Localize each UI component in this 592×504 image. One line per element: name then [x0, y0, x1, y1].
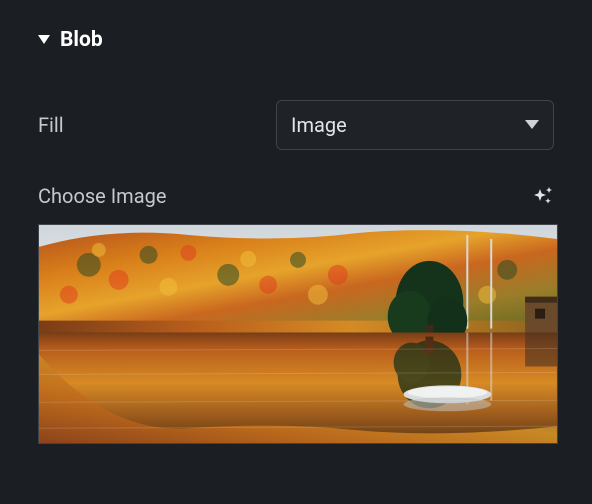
fill-row: Fill Image [38, 100, 554, 150]
fill-label: Fill [38, 113, 276, 137]
fill-select[interactable]: Image [276, 100, 554, 150]
choose-image-label: Choose Image [38, 184, 166, 208]
blob-panel: Blob Fill Image Choose Image [0, 0, 592, 444]
triangle-down-icon [38, 35, 50, 45]
section-title: Blob [60, 28, 103, 52]
choose-image-row: Choose Image [38, 184, 554, 208]
image-preview[interactable] [38, 224, 558, 444]
fill-select-value: Image [291, 113, 347, 137]
section-header[interactable]: Blob [38, 28, 554, 52]
autumn-lake-image [39, 225, 557, 444]
triangle-down-icon [525, 120, 539, 130]
sparkle-icon[interactable] [532, 185, 554, 207]
